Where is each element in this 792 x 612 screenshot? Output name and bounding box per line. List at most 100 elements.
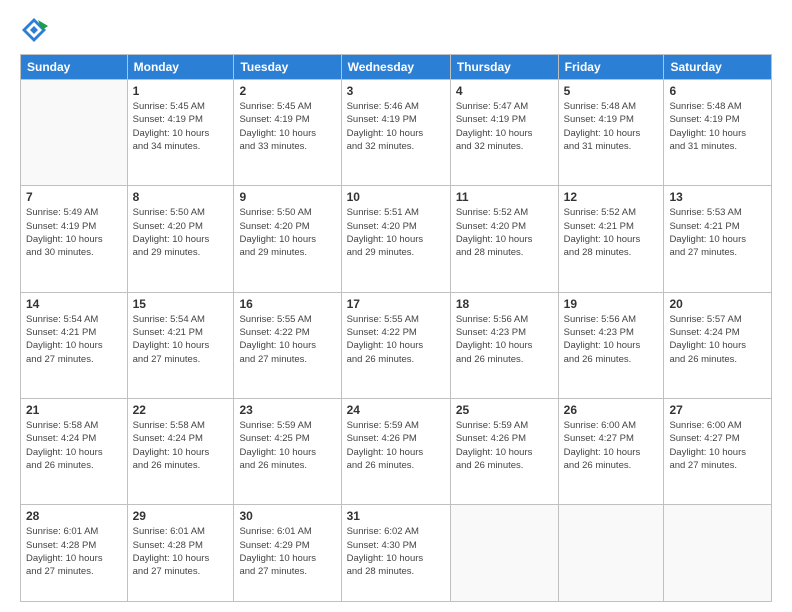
day-info: Sunrise: 5:47 AM Sunset: 4:19 PM Dayligh… (456, 100, 553, 153)
day-number: 9 (239, 190, 335, 204)
day-number: 30 (239, 509, 335, 523)
calendar-cell: 19 Sunrise: 5:56 AM Sunset: 4:23 PM Dayli… (558, 292, 664, 398)
day-info: Sunrise: 5:59 AM Sunset: 4:26 PM Dayligh… (456, 419, 553, 472)
day-info: Sunrise: 5:56 AM Sunset: 4:23 PM Dayligh… (456, 313, 553, 366)
calendar-week-2: 7 Sunrise: 5:49 AM Sunset: 4:19 PM Daylig… (21, 186, 772, 292)
page: SundayMondayTuesdayWednesdayThursdayFrid… (0, 0, 792, 612)
calendar-cell (21, 80, 128, 186)
day-info: Sunrise: 5:57 AM Sunset: 4:24 PM Dayligh… (669, 313, 766, 366)
calendar-cell: 14 Sunrise: 5:54 AM Sunset: 4:21 PM Dayli… (21, 292, 128, 398)
calendar-cell: 9 Sunrise: 5:50 AM Sunset: 4:20 PM Daylig… (234, 186, 341, 292)
day-info: Sunrise: 6:02 AM Sunset: 4:30 PM Dayligh… (347, 525, 445, 578)
calendar-cell: 17Sunrise: 5:55 AM Sunset: 4:22 PM Dayli… (341, 292, 450, 398)
day-info: Sunrise: 5:56 AM Sunset: 4:23 PM Dayligh… (564, 313, 659, 366)
day-number: 24 (347, 403, 445, 417)
calendar-cell: 13Sunrise: 5:53 AM Sunset: 4:21 PM Dayli… (664, 186, 772, 292)
calendar-week-1: 1 Sunrise: 5:45 AM Sunset: 4:19 PM Daylig… (21, 80, 772, 186)
day-info: Sunrise: 5:48 AM Sunset: 4:19 PM Dayligh… (669, 100, 766, 153)
day-number: 6 (669, 84, 766, 98)
day-info: Sunrise: 5:54 AM Sunset: 4:21 PM Dayligh… (133, 313, 229, 366)
calendar-table: SundayMondayTuesdayWednesdayThursdayFrid… (20, 54, 772, 602)
weekday-header-monday: Monday (127, 55, 234, 80)
day-number: 2 (239, 84, 335, 98)
calendar-cell: 11 Sunrise: 5:52 AM Sunset: 4:20 PM Dayli… (450, 186, 558, 292)
day-number: 26 (564, 403, 659, 417)
day-info: Sunrise: 5:45 AM Sunset: 4:19 PM Dayligh… (239, 100, 335, 153)
day-number: 27 (669, 403, 766, 417)
day-number: 14 (26, 297, 122, 311)
weekday-header-saturday: Saturday (664, 55, 772, 80)
calendar-cell: 2 Sunrise: 5:45 AM Sunset: 4:19 PM Daylig… (234, 80, 341, 186)
weekday-header-sunday: Sunday (21, 55, 128, 80)
day-number: 5 (564, 84, 659, 98)
calendar-cell: 18 Sunrise: 5:56 AM Sunset: 4:23 PM Dayli… (450, 292, 558, 398)
calendar-cell: 4 Sunrise: 5:47 AM Sunset: 4:19 PM Daylig… (450, 80, 558, 186)
day-number: 28 (26, 509, 122, 523)
day-info: Sunrise: 5:46 AM Sunset: 4:19 PM Dayligh… (347, 100, 445, 153)
calendar-cell: 21 Sunrise: 5:58 AM Sunset: 4:24 PM Dayli… (21, 398, 128, 504)
day-info: Sunrise: 6:01 AM Sunset: 4:28 PM Dayligh… (133, 525, 229, 578)
day-info: Sunrise: 5:59 AM Sunset: 4:26 PM Dayligh… (347, 419, 445, 472)
day-info: Sunrise: 5:55 AM Sunset: 4:22 PM Dayligh… (239, 313, 335, 366)
calendar-cell (450, 505, 558, 602)
day-number: 25 (456, 403, 553, 417)
calendar-cell: 6 Sunrise: 5:48 AM Sunset: 4:19 PM Daylig… (664, 80, 772, 186)
day-info: Sunrise: 5:51 AM Sunset: 4:20 PM Dayligh… (347, 206, 445, 259)
day-number: 20 (669, 297, 766, 311)
day-info: Sunrise: 5:50 AM Sunset: 4:20 PM Dayligh… (133, 206, 229, 259)
day-number: 23 (239, 403, 335, 417)
calendar-cell: 30Sunrise: 6:01 AM Sunset: 4:29 PM Dayli… (234, 505, 341, 602)
calendar-cell: 10Sunrise: 5:51 AM Sunset: 4:20 PM Dayli… (341, 186, 450, 292)
calendar-cell: 28 Sunrise: 6:01 AM Sunset: 4:28 PM Dayli… (21, 505, 128, 602)
day-number: 7 (26, 190, 122, 204)
calendar-cell: 5 Sunrise: 5:48 AM Sunset: 4:19 PM Daylig… (558, 80, 664, 186)
day-info: Sunrise: 5:52 AM Sunset: 4:21 PM Dayligh… (564, 206, 659, 259)
day-number: 13 (669, 190, 766, 204)
day-info: Sunrise: 5:54 AM Sunset: 4:21 PM Dayligh… (26, 313, 122, 366)
day-info: Sunrise: 6:01 AM Sunset: 4:28 PM Dayligh… (26, 525, 122, 578)
day-number: 8 (133, 190, 229, 204)
calendar-week-4: 21 Sunrise: 5:58 AM Sunset: 4:24 PM Dayli… (21, 398, 772, 504)
day-number: 18 (456, 297, 553, 311)
day-info: Sunrise: 5:49 AM Sunset: 4:19 PM Dayligh… (26, 206, 122, 259)
calendar-cell: 31 Sunrise: 6:02 AM Sunset: 4:30 PM Dayli… (341, 505, 450, 602)
weekday-header-tuesday: Tuesday (234, 55, 341, 80)
calendar-week-5: 28 Sunrise: 6:01 AM Sunset: 4:28 PM Dayli… (21, 505, 772, 602)
day-number: 11 (456, 190, 553, 204)
logo (20, 16, 50, 44)
day-number: 21 (26, 403, 122, 417)
calendar-cell: 24 Sunrise: 5:59 AM Sunset: 4:26 PM Dayli… (341, 398, 450, 504)
day-info: Sunrise: 5:48 AM Sunset: 4:19 PM Dayligh… (564, 100, 659, 153)
day-info: Sunrise: 5:59 AM Sunset: 4:25 PM Dayligh… (239, 419, 335, 472)
calendar-cell: 8 Sunrise: 5:50 AM Sunset: 4:20 PM Daylig… (127, 186, 234, 292)
day-info: Sunrise: 5:55 AM Sunset: 4:22 PM Dayligh… (347, 313, 445, 366)
day-number: 3 (347, 84, 445, 98)
calendar-cell: 15 Sunrise: 5:54 AM Sunset: 4:21 PM Dayli… (127, 292, 234, 398)
day-number: 19 (564, 297, 659, 311)
calendar-cell: 26 Sunrise: 6:00 AM Sunset: 4:27 PM Dayli… (558, 398, 664, 504)
weekday-header-row: SundayMondayTuesdayWednesdayThursdayFrid… (21, 55, 772, 80)
day-number: 4 (456, 84, 553, 98)
day-info: Sunrise: 6:00 AM Sunset: 4:27 PM Dayligh… (669, 419, 766, 472)
calendar-cell: 22Sunrise: 5:58 AM Sunset: 4:24 PM Dayli… (127, 398, 234, 504)
calendar-cell (558, 505, 664, 602)
calendar-cell: 27 Sunrise: 6:00 AM Sunset: 4:27 PM Dayli… (664, 398, 772, 504)
calendar-cell: 7 Sunrise: 5:49 AM Sunset: 4:19 PM Daylig… (21, 186, 128, 292)
weekday-header-wednesday: Wednesday (341, 55, 450, 80)
day-info: Sunrise: 5:50 AM Sunset: 4:20 PM Dayligh… (239, 206, 335, 259)
day-number: 1 (133, 84, 229, 98)
day-info: Sunrise: 6:00 AM Sunset: 4:27 PM Dayligh… (564, 419, 659, 472)
calendar-cell: 23 Sunrise: 5:59 AM Sunset: 4:25 PM Dayli… (234, 398, 341, 504)
calendar-cell: 29 Sunrise: 6:01 AM Sunset: 4:28 PM Dayli… (127, 505, 234, 602)
day-number: 22 (133, 403, 229, 417)
day-info: Sunrise: 5:52 AM Sunset: 4:20 PM Dayligh… (456, 206, 553, 259)
day-number: 29 (133, 509, 229, 523)
day-info: Sunrise: 5:58 AM Sunset: 4:24 PM Dayligh… (26, 419, 122, 472)
calendar-cell: 3 Sunrise: 5:46 AM Sunset: 4:19 PM Daylig… (341, 80, 450, 186)
day-info: Sunrise: 5:45 AM Sunset: 4:19 PM Dayligh… (133, 100, 229, 153)
day-number: 31 (347, 509, 445, 523)
logo-icon (20, 16, 48, 44)
weekday-header-thursday: Thursday (450, 55, 558, 80)
calendar-week-3: 14 Sunrise: 5:54 AM Sunset: 4:21 PM Dayli… (21, 292, 772, 398)
day-number: 15 (133, 297, 229, 311)
